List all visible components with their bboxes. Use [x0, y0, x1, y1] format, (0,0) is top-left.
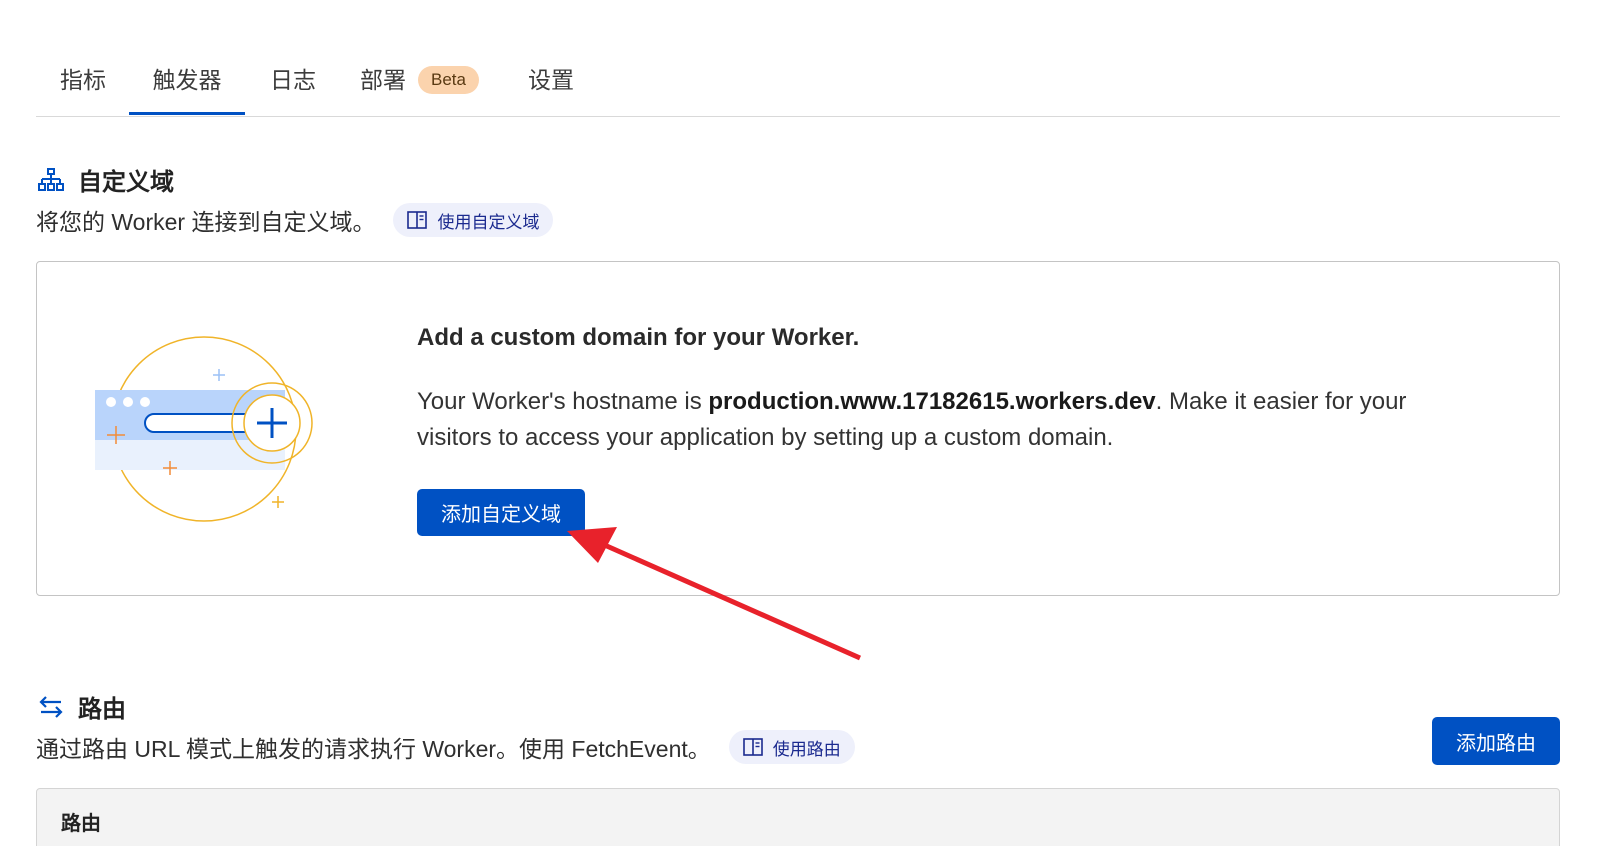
- tab-logs[interactable]: 日志: [268, 52, 318, 115]
- book-icon: [407, 211, 428, 229]
- custom-domain-heading: 自定义域: [78, 169, 174, 196]
- card-heading: Add a custom domain for your Worker.: [417, 324, 860, 351]
- custom-domain-docs-label: 使用自定义域: [437, 212, 540, 232]
- tab-triggers[interactable]: 触发器: [129, 52, 245, 115]
- routes-docs-label: 使用路由: [772, 739, 841, 759]
- tab-settings[interactable]: 设置: [526, 52, 576, 115]
- routes-description: 通过路由 URL 模式上触发的请求执行 Worker。使用 FetchEvent…: [36, 736, 711, 762]
- tab-deployments[interactable]: 部署 Beta: [360, 52, 484, 115]
- swap-arrows-icon: [39, 695, 63, 718]
- tab-bar: 指标 触发器 日志 部署 Beta 设置: [36, 52, 1560, 117]
- card-body-intro: Your Worker's hostname is: [417, 388, 709, 415]
- tab-metrics[interactable]: 指标: [58, 52, 108, 115]
- routes-docs-link[interactable]: 使用路由: [728, 730, 855, 764]
- workers-triggers-page: 指标 触发器 日志 部署 Beta 设置 自定义域 将您的 Worker 连接到…: [0, 0, 1616, 846]
- custom-domain-illustration: [95, 336, 313, 522]
- custom-domain-card: Add a custom domain for your Worker. You…: [36, 261, 1560, 596]
- routes-table: 路由: [36, 788, 1560, 846]
- book-icon: [742, 738, 763, 756]
- worker-hostname: production.www.17182615.workers.dev: [708, 388, 1156, 415]
- sitemap-icon: [38, 167, 64, 191]
- add-custom-domain-button[interactable]: 添加自定义域: [417, 489, 585, 536]
- routes-table-header: 路由: [61, 813, 101, 835]
- custom-domain-docs-link[interactable]: 使用自定义域: [393, 203, 554, 237]
- routes-heading: 路由: [78, 696, 126, 723]
- card-body: Your Worker's hostname is production.www…: [417, 384, 1477, 456]
- custom-domain-description-row: 将您的 Worker 连接到自定义域。 使用自定义域: [36, 203, 554, 237]
- custom-domain-section-title: 自定义域: [38, 162, 174, 197]
- routes-section-title: 路由: [38, 689, 126, 724]
- custom-domain-description: 将您的 Worker 连接到自定义域。: [36, 209, 376, 235]
- tab-deployments-label: 部署: [360, 67, 406, 93]
- add-route-button[interactable]: 添加路由: [1432, 717, 1560, 765]
- beta-badge: Beta: [418, 66, 479, 94]
- routes-description-row: 通过路由 URL 模式上触发的请求执行 Worker。使用 FetchEvent…: [36, 730, 855, 764]
